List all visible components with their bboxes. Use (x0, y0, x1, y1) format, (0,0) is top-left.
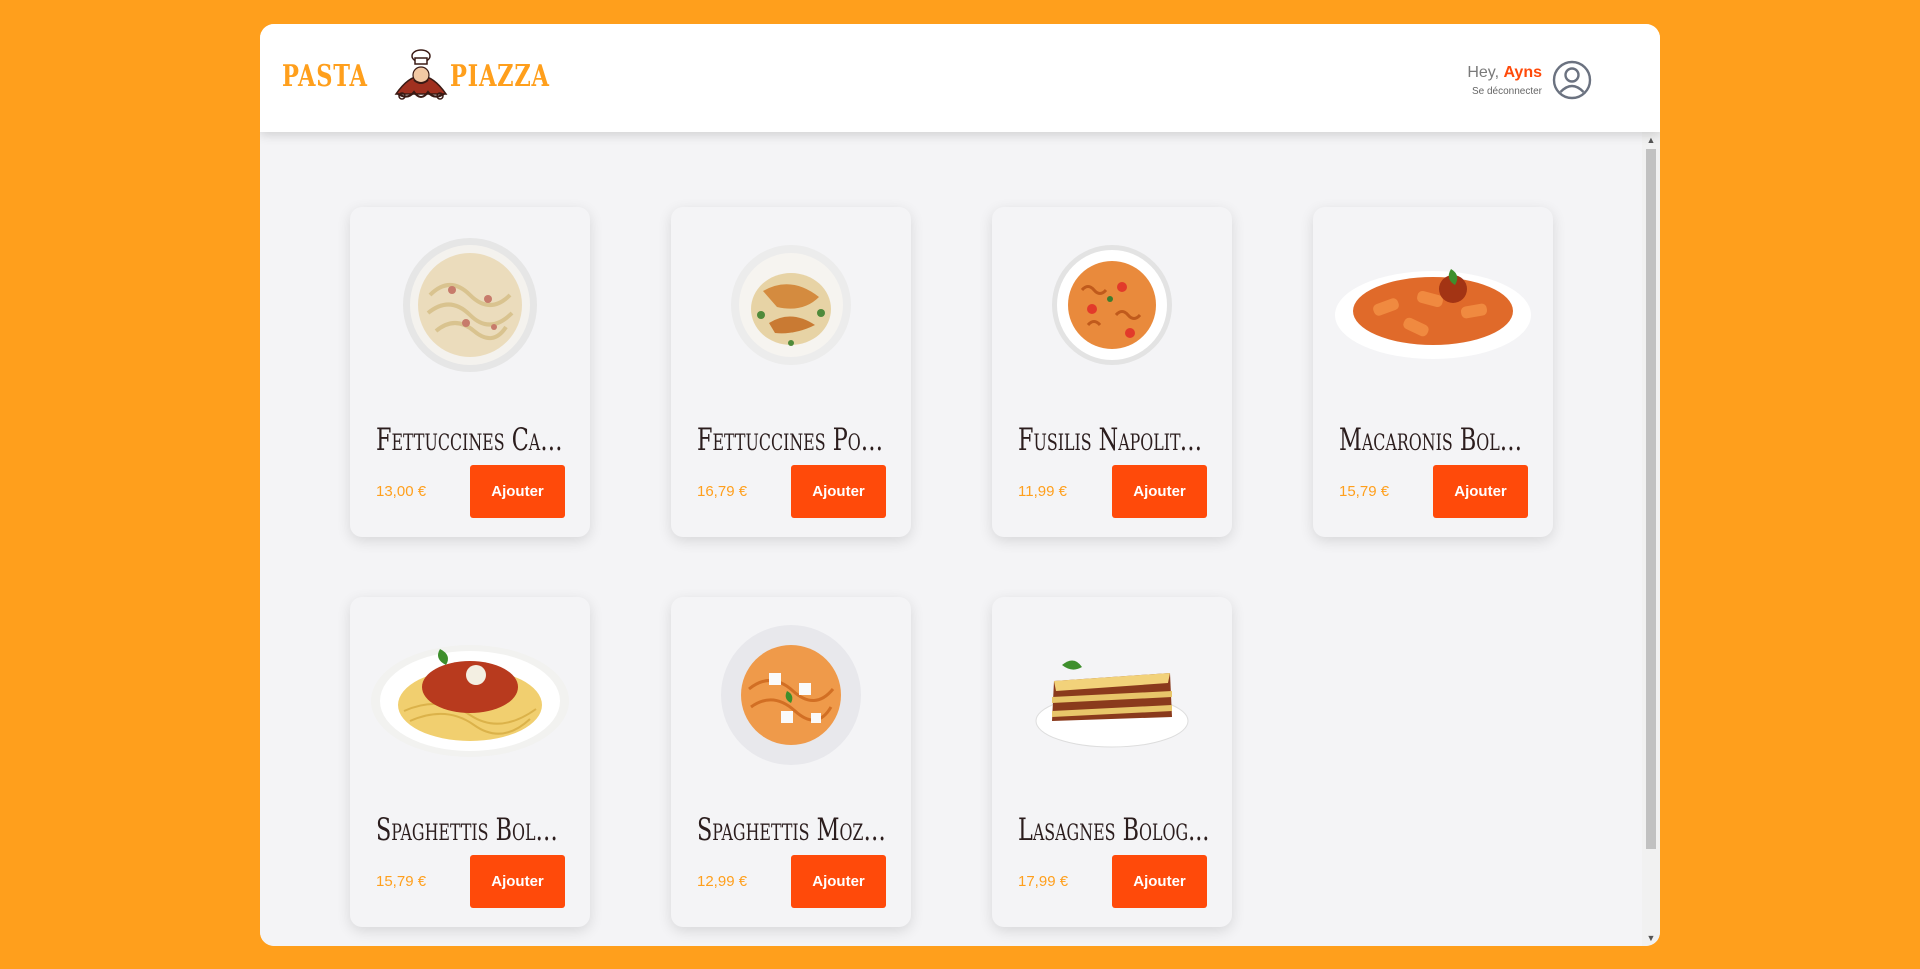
product-card: Spaghettis Mozza... 12,99 € Ajouter (671, 597, 911, 927)
app-window: Pasta Piazza Hey, Ayns Se déconnecter (260, 24, 1660, 946)
product-price: 15,79 € (376, 873, 427, 890)
product-price: 16,79 € (697, 483, 748, 500)
product-name: Macaronis Bolo... (1339, 422, 1534, 458)
user-greeting: Hey, Ayns (1467, 64, 1542, 82)
product-name: Lasagnes Bolog... (1018, 812, 1210, 848)
brand-word-pasta: Pasta (282, 58, 368, 94)
product-name: Spaghettis Mozza... (697, 812, 892, 848)
add-to-cart-button[interactable]: Ajouter (470, 465, 565, 518)
macaroni-bolognese-image (1333, 235, 1533, 375)
product-price: 15,79 € (1339, 483, 1390, 500)
product-grid: Fettuccines Carb... 13,00 € Ajouter Fett… (350, 207, 1553, 927)
user-avatar-icon[interactable] (1552, 60, 1592, 100)
add-to-cart-button[interactable]: Ajouter (1433, 465, 1528, 518)
vertical-scrollbar[interactable]: ▲ ▼ (1642, 132, 1660, 946)
product-card: Macaronis Bolo... 15,79 € Ajouter (1313, 207, 1553, 537)
scroll-up-arrow-icon[interactable]: ▲ (1642, 132, 1660, 148)
user-menu[interactable]: Hey, Ayns Se déconnecter (1467, 60, 1592, 100)
fusilli-napoletana-image (1012, 235, 1212, 375)
product-name: Fusilis Napolitai... (1018, 422, 1213, 458)
spaghetti-bolognese-image (370, 625, 570, 765)
product-card: Spaghettis Bolog... 15,79 € Ajouter (350, 597, 590, 927)
product-name: Spaghettis Bolog... (376, 812, 571, 848)
product-card: Fusilis Napolitai... 11,99 € Ajouter (992, 207, 1232, 537)
header: Pasta Piazza Hey, Ayns Se déconnecter (260, 24, 1660, 132)
user-text: Hey, Ayns Se déconnecter (1467, 64, 1542, 97)
greeting-prefix: Hey, (1467, 63, 1504, 81)
scroll-down-arrow-icon[interactable]: ▼ (1642, 930, 1660, 946)
product-price: 13,00 € (376, 483, 427, 500)
brand-logo[interactable]: Pasta Piazza (282, 46, 583, 106)
add-to-cart-button[interactable]: Ajouter (1112, 855, 1207, 908)
add-to-cart-button[interactable]: Ajouter (791, 465, 886, 518)
product-price: 11,99 € (1018, 483, 1067, 500)
product-list-area: Fettuccines Carb... 13,00 € Ajouter Fett… (260, 132, 1642, 946)
product-name: Fettuccines Carb... (376, 422, 571, 458)
scroll-thumb[interactable] (1646, 149, 1656, 849)
chef-mascot-icon (394, 49, 448, 100)
fettuccine-chicken-image (691, 235, 891, 375)
product-card: Fettuccines Carb... 13,00 € Ajouter (350, 207, 590, 537)
add-to-cart-button[interactable]: Ajouter (791, 855, 886, 908)
user-name: Ayns (1503, 63, 1542, 81)
add-to-cart-button[interactable]: Ajouter (1112, 465, 1207, 518)
brand-word-piazza: Piazza (450, 58, 550, 94)
product-card: Lasagnes Bolog... 17,99 € Ajouter (992, 597, 1232, 927)
add-to-cart-button[interactable]: Ajouter (470, 855, 565, 908)
fettuccine-carbonara-image (370, 235, 570, 375)
product-card: Fettuccines Poulet 16,79 € Ajouter (671, 207, 911, 537)
product-price: 17,99 € (1018, 873, 1069, 890)
logout-link[interactable]: Se déconnecter (1467, 86, 1542, 97)
product-name: Fettuccines Poulet (697, 422, 892, 458)
product-price: 12,99 € (697, 873, 748, 890)
lasagna-bolognese-image (1012, 625, 1212, 765)
spaghetti-mozzarella-image (691, 625, 891, 765)
